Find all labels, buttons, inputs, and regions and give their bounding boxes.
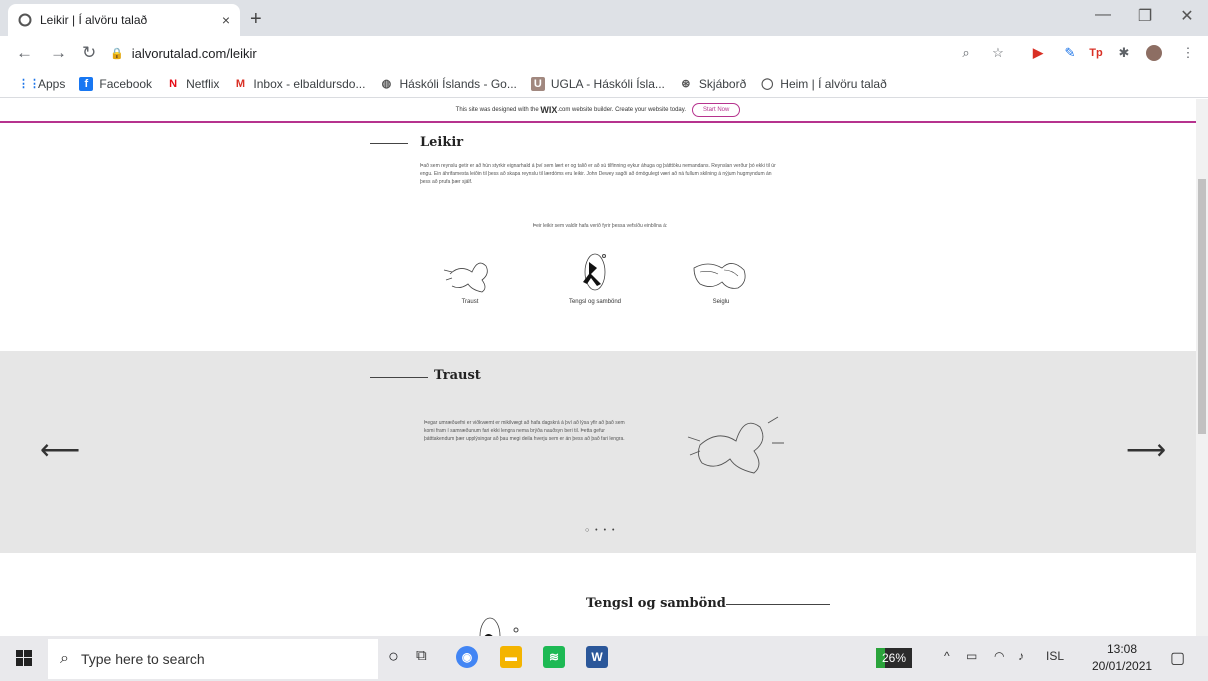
next-slide-arrow[interactable]: ⟶ xyxy=(1126,433,1166,466)
windows-start-icon[interactable] xyxy=(16,650,32,666)
heading-rule xyxy=(370,377,428,378)
game-traust[interactable]: Traust xyxy=(440,250,500,310)
menu-kebab-icon[interactable]: ⋮ xyxy=(1180,45,1196,61)
traust-text: Þegar umræðuefni er viðkvæmt er mikilvæg… xyxy=(424,420,625,442)
gmail-icon: M xyxy=(235,77,245,90)
url-text: ialvorutalad.com/leikir xyxy=(131,45,257,61)
taskbar-search[interactable]: ⌕ Type here to search xyxy=(48,639,378,679)
chevron-up-icon[interactable]: ^ xyxy=(944,649,950,663)
wix-banner-text-after: .com website builder. Create your websit… xyxy=(557,107,686,113)
page-content: Leikir Það sem reynslu getir er að hún s… xyxy=(0,124,1196,636)
notifications-icon[interactable]: ▢ xyxy=(1170,648,1185,668)
reload-icon[interactable]: ↻ xyxy=(82,43,96,63)
wix-site-icon: ◯ xyxy=(761,77,774,90)
word-icon[interactable]: W xyxy=(586,646,608,668)
bookmark-heim[interactable]: ◯ Heim | Í alvöru talað xyxy=(760,77,887,91)
traust-slideshow: Traust Þegar umræðuefni er viðkvæmt er m… xyxy=(0,351,1196,553)
tab-close-button[interactable]: × xyxy=(222,12,230,28)
bookmark-skjabord[interactable]: ⊛ Skjáborð xyxy=(679,77,746,91)
leikir-intro: Það sem reynslu getir er að hún styrkir … xyxy=(420,163,776,185)
volume-icon[interactable]: ♪ xyxy=(1018,649,1024,663)
wix-banner-text: This site was designed with the xyxy=(455,107,539,113)
wix-banner: This site was designed with the WIX .com … xyxy=(0,99,1196,123)
facebook-icon: f xyxy=(79,76,94,91)
traust-heading: Traust xyxy=(434,368,481,383)
hands-trust-icon xyxy=(443,262,488,293)
tab-strip: Leikir | Í alvöru talað × + — ❐ ✕ xyxy=(0,0,1208,36)
task-view-icon[interactable]: ⧉ xyxy=(416,647,427,664)
bookmark-apps[interactable]: ⋮⋮ Apps xyxy=(18,77,65,91)
spotify-icon[interactable]: ≋ xyxy=(543,646,565,668)
battery-indicator[interactable]: 26% xyxy=(876,648,912,668)
game-label: Seiglu xyxy=(712,299,730,305)
tengsl-heading: Tengsl og sambönd xyxy=(586,596,726,611)
extension-tp-icon[interactable]: Tp xyxy=(1088,45,1104,61)
extension-video-icon[interactable]: ▶ xyxy=(1030,45,1046,61)
globe-icon: ◍ xyxy=(381,77,392,90)
chrome-icon[interactable]: ◉ xyxy=(456,646,478,668)
page-scrollbar[interactable] xyxy=(1196,99,1208,636)
profile-avatar[interactable] xyxy=(1146,45,1162,61)
file-explorer-icon[interactable]: ▬ xyxy=(500,646,522,668)
bookmarks-bar: ⋮⋮ Apps f Facebook N Netflix M Inbox - elbal… xyxy=(0,70,1208,98)
windows-taskbar: ⌕ Type here to search ○ ⧉ ◉ ▬ ≋ W 26% ^ … xyxy=(0,636,1208,681)
scrollbar-thumb[interactable] xyxy=(1198,179,1206,434)
previous-slide-arrow[interactable]: ⟵ xyxy=(40,433,80,466)
game-tengsl[interactable]: Tengsl og sambönd xyxy=(555,248,635,310)
start-now-button[interactable]: Start Now xyxy=(692,103,741,117)
heading-rule xyxy=(726,604,830,605)
wix-logo: WIX xyxy=(540,105,558,115)
clock[interactable]: 13:08 20/01/2021 xyxy=(1092,641,1152,675)
ugla-icon: U xyxy=(530,76,545,91)
game-label: Traust xyxy=(461,299,479,305)
bookmark-inbox[interactable]: M Inbox - elbaldursdo... xyxy=(233,77,366,91)
zoom-icon[interactable]: ⌕ xyxy=(958,45,974,61)
extensions-puzzle-icon[interactable]: ✱ xyxy=(1116,45,1132,61)
minimize-button[interactable]: — xyxy=(1080,6,1126,24)
figures-connection-illustration xyxy=(479,617,519,636)
tab-title: Leikir | Í alvöru talað xyxy=(40,13,148,27)
browser-tab[interactable]: Leikir | Í alvöru talað × xyxy=(8,4,240,36)
wifi-icon[interactable]: ◠ xyxy=(994,649,1004,663)
bookmark-netflix[interactable]: N Netflix xyxy=(166,77,219,91)
new-tab-button[interactable]: + xyxy=(250,8,262,31)
bookmark-facebook[interactable]: f Facebook xyxy=(79,76,152,91)
browser-toolbar: ← → ↻ 🔒 ialvorutalad.com/leikir ⌕ ☆ ▶ ✎ … xyxy=(0,36,1208,70)
maximize-button[interactable]: ❐ xyxy=(1122,6,1168,26)
forward-icon[interactable]: → xyxy=(50,43,67,63)
back-icon[interactable]: ← xyxy=(16,43,33,63)
language-indicator[interactable]: ISL xyxy=(1046,649,1064,663)
bookmark-haskoli[interactable]: ◍ Háskóli Íslands - Go... xyxy=(379,77,517,91)
search-icon: ⌕ xyxy=(60,650,69,667)
netflix-icon: N xyxy=(169,77,178,90)
search-placeholder: Type here to search xyxy=(80,651,205,667)
lock-icon[interactable]: 🔒 xyxy=(110,47,124,60)
games-intro: Þeir leikir sem valdir hafa verið fyrir … xyxy=(532,223,668,229)
leikir-heading: Leikir xyxy=(420,135,464,150)
wix-site-icon xyxy=(18,13,32,27)
game-seiglu[interactable]: Seiglu xyxy=(686,250,756,310)
hands-resilience-icon xyxy=(693,263,746,289)
cortana-icon[interactable]: ○ xyxy=(388,646,399,667)
heading-rule xyxy=(370,143,408,144)
bookmark-ugla[interactable]: U UGLA - Háskóli Ísla... xyxy=(530,76,665,91)
slide-dots[interactable]: ○ • • • xyxy=(585,527,616,534)
close-window-button[interactable]: ✕ xyxy=(1164,6,1208,26)
game-label: Tengsl og sambönd xyxy=(568,299,622,305)
figures-connection-icon xyxy=(583,253,606,291)
apps-grid-icon: ⋮⋮ xyxy=(18,77,40,90)
bookmark-star-icon[interactable]: ☆ xyxy=(990,45,1006,61)
extension-pen-icon[interactable]: ✎ xyxy=(1062,45,1078,61)
hands-trust-illustration xyxy=(687,416,784,474)
skjabord-icon: ⊛ xyxy=(681,77,691,90)
device-icon[interactable]: ▭ xyxy=(966,649,977,663)
address-bar[interactable]: 🔒 ialvorutalad.com/leikir xyxy=(110,39,1010,67)
